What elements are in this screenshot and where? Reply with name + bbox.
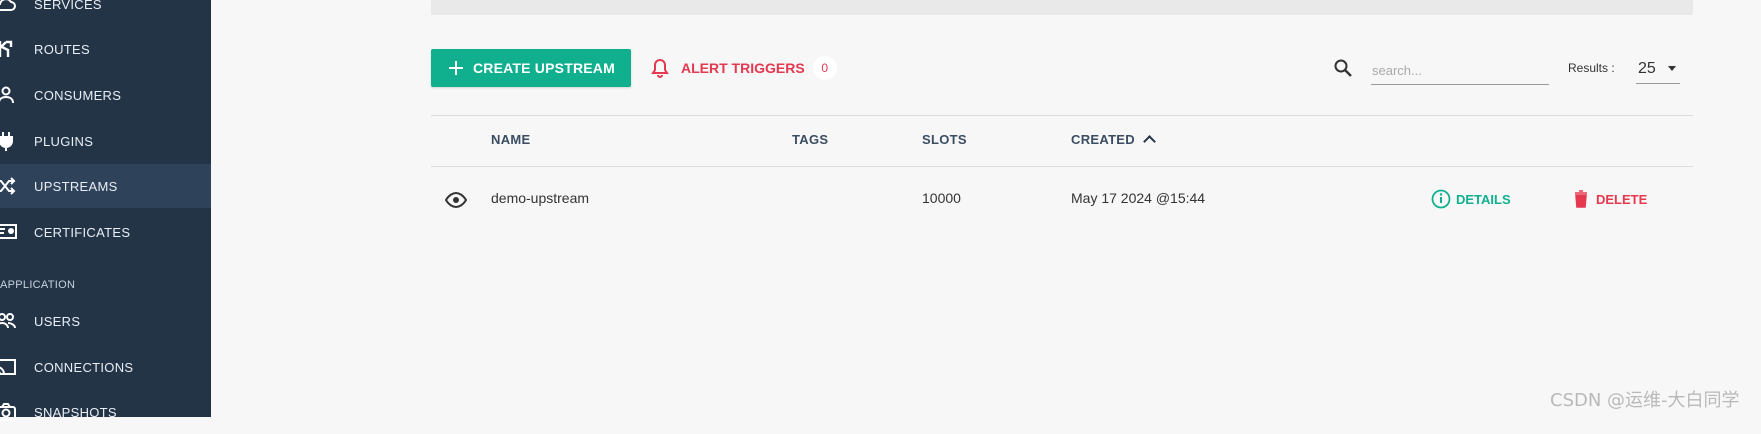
results-per-page-select[interactable]: 25 [1636, 54, 1680, 84]
sidebar-section-application: APPLICATION [0, 279, 76, 291]
sidebar-item-connections[interactable]: CONNECTIONS [0, 345, 211, 389]
sort-ascending-icon [1143, 135, 1156, 148]
top-panel [431, 0, 1693, 15]
column-header-name[interactable]: NAME [491, 132, 530, 147]
sidebar-item-routes[interactable]: ROUTES [0, 27, 211, 71]
column-header-created[interactable]: CREATED [1071, 132, 1156, 148]
row-name[interactable]: demo-upstream [491, 190, 589, 206]
plug-icon [0, 129, 18, 153]
shuffle-icon [0, 174, 18, 198]
column-header-slots[interactable]: SLOTS [922, 132, 967, 147]
delete-button[interactable]: DELETE [1574, 188, 1647, 210]
alert-triggers-button[interactable]: ALERT TRIGGERS 0 [651, 56, 837, 80]
row-slots: 10000 [922, 190, 961, 206]
divider [431, 166, 1693, 167]
sidebar-item-label: PLUGINS [34, 133, 94, 149]
sidebar-item-label: SERVICES [34, 0, 102, 12]
caret-down-icon [1668, 66, 1676, 71]
details-label: DETAILS [1456, 191, 1511, 207]
certificate-icon [0, 220, 18, 244]
sidebar-item-certificates[interactable]: CERTIFICATES [0, 210, 211, 254]
sidebar-item-label: CERTIFICATES [34, 224, 131, 240]
sidebar-item-plugins[interactable]: PLUGINS [0, 119, 211, 163]
delete-label: DELETE [1596, 191, 1648, 207]
sidebar-item-label: SNAPSHOTS [34, 404, 117, 420]
create-upstream-button[interactable]: CREATE UPSTREAM [431, 49, 631, 87]
sidebar-item-users[interactable]: USERS [0, 299, 211, 343]
sidebar-item-label: ROUTES [34, 41, 90, 57]
search-input[interactable] [1371, 57, 1549, 85]
cast-icon [0, 355, 18, 379]
results-value: 25 [1638, 59, 1656, 77]
route-icon [0, 37, 18, 61]
search-icon[interactable] [1333, 58, 1353, 78]
person-icon [0, 83, 18, 107]
column-header-tags[interactable]: TAGS [792, 132, 828, 147]
users-icon [0, 309, 18, 333]
results-label: Results : [1568, 61, 1615, 75]
camera-icon [0, 400, 18, 424]
trash-icon [1575, 190, 1587, 208]
sidebar-item-upstreams[interactable]: UPSTREAMS [0, 164, 211, 208]
sidebar-item-services[interactable]: SERVICES [0, 0, 211, 26]
sidebar-item-label: USERS [34, 313, 81, 329]
sidebar-item-label: UPSTREAMS [34, 178, 118, 194]
main-content: CREATE UPSTREAM ALERT TRIGGERS 0 Results… [211, 0, 1761, 417]
watermark: CSDN @运维-大白同学 [1550, 390, 1740, 411]
alert-triggers-label: ALERT TRIGGERS [681, 60, 805, 76]
create-upstream-label: CREATE UPSTREAM [473, 60, 615, 76]
alert-count-badge: 0 [812, 56, 837, 80]
sidebar-item-consumers[interactable]: CONSUMERS [0, 73, 211, 117]
sidebar-item-label: CONNECTIONS [34, 359, 134, 375]
bell-icon [651, 58, 669, 78]
column-header-created-label: CREATED [1071, 132, 1135, 147]
sidebar-item-label: CONSUMERS [34, 87, 122, 103]
eye-icon[interactable] [444, 188, 468, 212]
details-button[interactable]: DETAILS [1431, 188, 1511, 210]
plus-icon [449, 61, 463, 75]
divider [431, 115, 1693, 116]
row-created: May 17 2024 @15:44 [1071, 190, 1206, 206]
sidebar: SERVICES ROUTES CONSUMERS PLUGINS UPSTRE… [0, 0, 211, 421]
sidebar-item-snapshots[interactable]: SNAPSHOTS [0, 390, 211, 434]
cloud-icon [0, 0, 18, 16]
info-icon [1431, 189, 1451, 209]
